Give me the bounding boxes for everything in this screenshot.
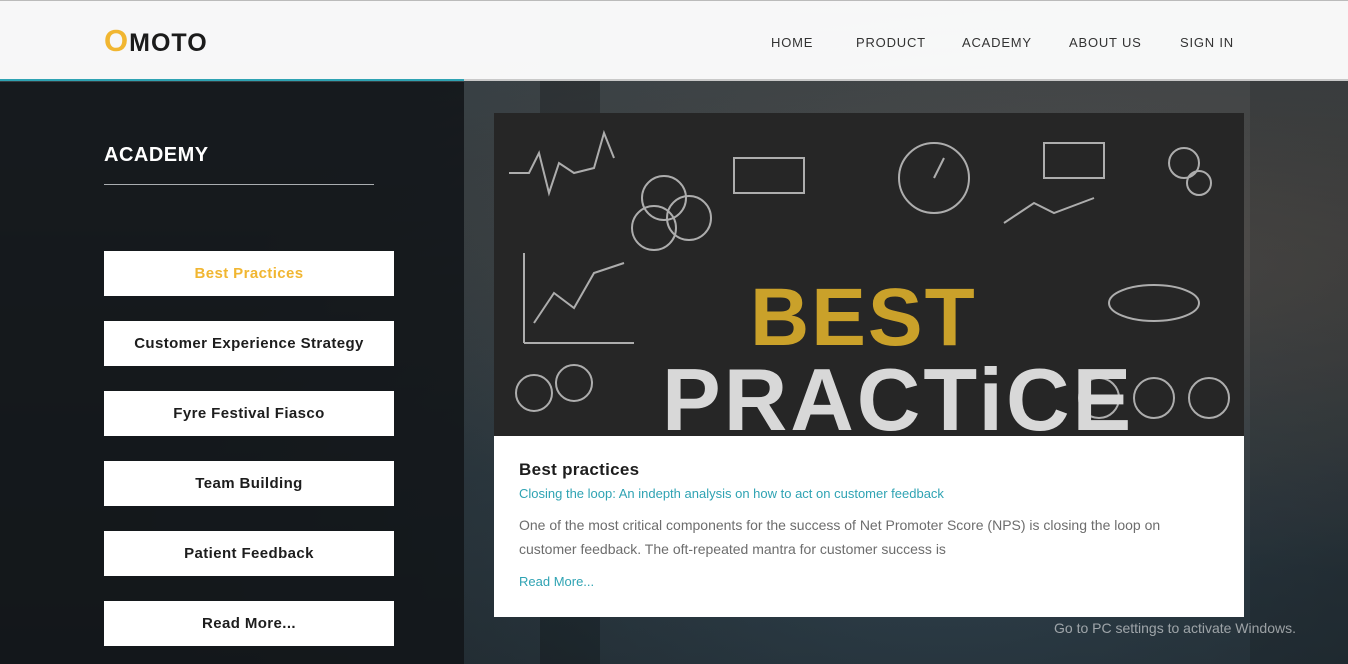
article-excerpt: One of the most critical components for … — [519, 517, 1161, 557]
nav-product[interactable]: PRODUCT — [856, 35, 926, 50]
logo-text: MOTO — [129, 29, 208, 57]
sidebar-item-customer-experience-strategy[interactable]: Customer Experience Strategy — [104, 321, 394, 366]
top-header: OMOTO HOME PRODUCT ACADEMY ABOUT US SIGN… — [0, 0, 1348, 81]
activate-windows-title: Activate Windows — [1054, 596, 1197, 616]
sidebar-item-fyre-festival-fiasco[interactable]: Fyre Festival Fiasco — [104, 391, 394, 436]
sidebar-item-best-practices[interactable]: Best Practices — [104, 251, 394, 296]
read-more-link[interactable]: Read More... — [519, 574, 594, 589]
nav-home[interactable]: HOME — [771, 35, 813, 50]
sidebar: ACADEMY Best Practices Customer Experien… — [0, 82, 464, 664]
logo-o: O — [104, 23, 130, 58]
article-card: BEST PRACTiCE Best practices Closing the… — [494, 113, 1244, 617]
nav-sign-in[interactable]: SIGN IN — [1180, 35, 1234, 50]
logo[interactable]: OMOTO — [104, 23, 208, 59]
nav-about-us[interactable]: ABOUT US — [1069, 35, 1142, 50]
sidebar-item-read-more[interactable]: Read More... — [104, 601, 394, 646]
hero-image: BEST PRACTiCE — [494, 113, 1244, 436]
nav-academy[interactable]: ACADEMY — [962, 35, 1032, 50]
article-subtitle[interactable]: Closing the loop: An indepth analysis on… — [519, 486, 944, 501]
sidebar-item-team-building[interactable]: Team Building — [104, 461, 394, 506]
hero-word-practice: PRACTiCE — [662, 350, 1135, 436]
header-accent-line — [0, 79, 464, 81]
article-title: Best practices — [519, 460, 640, 479]
sidebar-title: ACADEMY — [104, 144, 209, 166]
sidebar-divider — [104, 184, 374, 185]
sidebar-item-patient-feedback[interactable]: Patient Feedback — [104, 531, 394, 576]
activate-windows-subtitle: Go to PC settings to activate Windows. — [1054, 620, 1296, 636]
